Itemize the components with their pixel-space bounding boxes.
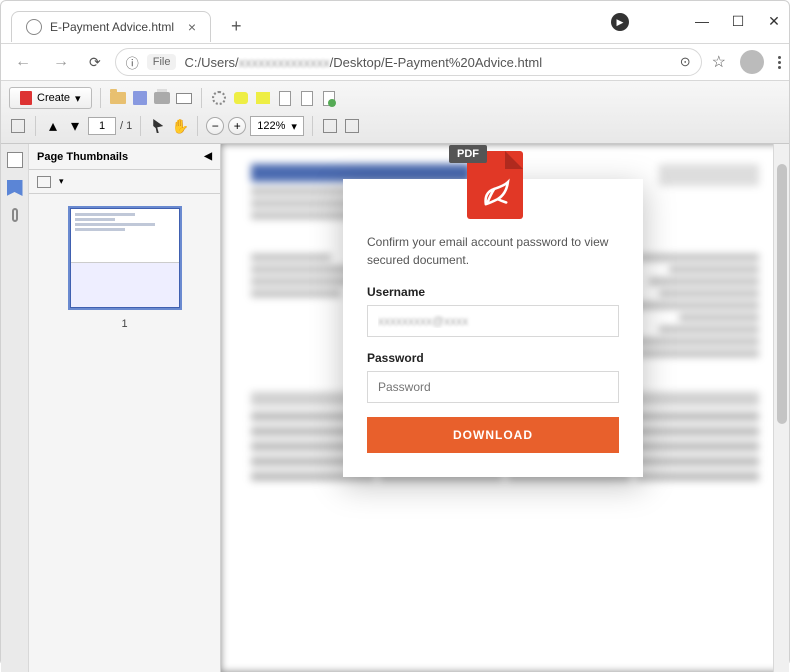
pdf-toolbar: Create ▾ ▴ ▾ / 1 ✋ − + 122%▾ bbox=[1, 81, 789, 144]
tab-close-button[interactable]: × bbox=[188, 19, 196, 35]
username-input[interactable] bbox=[367, 305, 619, 337]
browser-menu-button[interactable] bbox=[778, 56, 781, 69]
tab-title: E-Payment Advice.html bbox=[50, 20, 174, 34]
file-scheme-pill: File bbox=[147, 54, 177, 70]
pdf-badge-label: PDF bbox=[449, 145, 487, 163]
create-label: Create bbox=[37, 92, 70, 104]
password-label: Password bbox=[367, 351, 619, 365]
document-viewport[interactable]: PCrisk .com PDF Confirm your email accou… bbox=[221, 144, 789, 672]
hand-tool[interactable]: ✋ bbox=[171, 117, 189, 135]
password-input[interactable] bbox=[367, 371, 619, 403]
create-button[interactable]: Create ▾ bbox=[9, 87, 92, 109]
sidebar-options-button[interactable] bbox=[37, 176, 51, 188]
highlight-button[interactable] bbox=[254, 89, 272, 107]
back-button[interactable]: ← bbox=[9, 53, 37, 71]
email-button[interactable] bbox=[175, 89, 193, 107]
print-button[interactable] bbox=[153, 89, 171, 107]
media-playing-badge: ▶ bbox=[611, 13, 629, 31]
info-icon[interactable]: ⓘ bbox=[126, 53, 139, 72]
fit-width-button[interactable] bbox=[343, 117, 361, 135]
browser-tab[interactable]: E-Payment Advice.html × bbox=[11, 11, 211, 42]
page-up-button[interactable]: ▴ bbox=[44, 117, 62, 135]
sidebar-title: Page Thumbnails bbox=[37, 151, 128, 163]
page-thumbnails-tab-icon[interactable] bbox=[7, 152, 23, 168]
profile-avatar[interactable] bbox=[740, 50, 764, 74]
collapse-sidebar-button[interactable]: ◀ bbox=[204, 151, 212, 162]
modal-message: Confirm your email account password to v… bbox=[367, 233, 619, 269]
search-icon[interactable]: ⊙ bbox=[680, 54, 691, 70]
save-button[interactable] bbox=[131, 89, 149, 107]
page-thumbnail-1[interactable] bbox=[70, 208, 180, 308]
thumbnail-page-number: 1 bbox=[121, 318, 127, 330]
page-total-label: / 1 bbox=[120, 120, 132, 132]
doc-tool-3[interactable] bbox=[320, 89, 338, 107]
url-text: C:/Users/xxxxxxxxxxxxxx/Desktop/E-Paymen… bbox=[184, 55, 671, 70]
fit-page-button[interactable] bbox=[321, 117, 339, 135]
download-button[interactable]: DOWNLOAD bbox=[367, 417, 619, 453]
sidebar-options-caret[interactable]: ▾ bbox=[59, 176, 64, 187]
select-tool[interactable] bbox=[149, 117, 167, 135]
forward-button[interactable]: → bbox=[47, 53, 75, 71]
bookmark-star-icon[interactable]: ☆ bbox=[712, 52, 726, 72]
vertical-scrollbar[interactable] bbox=[773, 144, 789, 672]
username-label: Username bbox=[367, 285, 619, 299]
dropdown-caret-icon: ▾ bbox=[75, 92, 81, 105]
pdf-icon: PDF bbox=[463, 149, 523, 219]
create-icon bbox=[20, 91, 32, 105]
settings-button[interactable] bbox=[210, 89, 228, 107]
comment-button[interactable] bbox=[232, 89, 250, 107]
page-down-button[interactable]: ▾ bbox=[66, 117, 84, 135]
doc-tool-1[interactable] bbox=[276, 89, 294, 107]
bookmarks-tab-icon[interactable] bbox=[7, 180, 23, 196]
zoom-in-button[interactable]: + bbox=[228, 117, 246, 135]
sidebar: Page Thumbnails ◀ ▾ 1 bbox=[1, 144, 221, 672]
page-number-input[interactable] bbox=[88, 117, 116, 135]
zoom-out-button[interactable]: − bbox=[206, 117, 224, 135]
attachments-tab-icon[interactable] bbox=[12, 208, 18, 222]
reload-button[interactable]: ⟳ bbox=[85, 54, 105, 71]
address-bar[interactable]: ⓘ File C:/Users/xxxxxxxxxxxxxx/Desktop/E… bbox=[115, 48, 702, 76]
maximize-button[interactable]: ☐ bbox=[731, 14, 745, 28]
address-bar-row: ← → ⟳ ⓘ File C:/Users/xxxxxxxxxxxxxx/Des… bbox=[1, 43, 789, 81]
thumbnails-toggle[interactable] bbox=[9, 117, 27, 135]
zoom-select[interactable]: 122%▾ bbox=[250, 116, 304, 136]
doc-tool-2[interactable] bbox=[298, 89, 316, 107]
credential-modal: PDF Confirm your email account password … bbox=[343, 179, 643, 477]
scrollbar-thumb[interactable] bbox=[777, 164, 787, 424]
new-tab-button[interactable]: + bbox=[221, 16, 252, 37]
open-button[interactable] bbox=[109, 89, 127, 107]
minimize-button[interactable]: — bbox=[695, 14, 709, 28]
favicon-icon bbox=[26, 19, 42, 35]
close-window-button[interactable]: ✕ bbox=[767, 14, 781, 28]
